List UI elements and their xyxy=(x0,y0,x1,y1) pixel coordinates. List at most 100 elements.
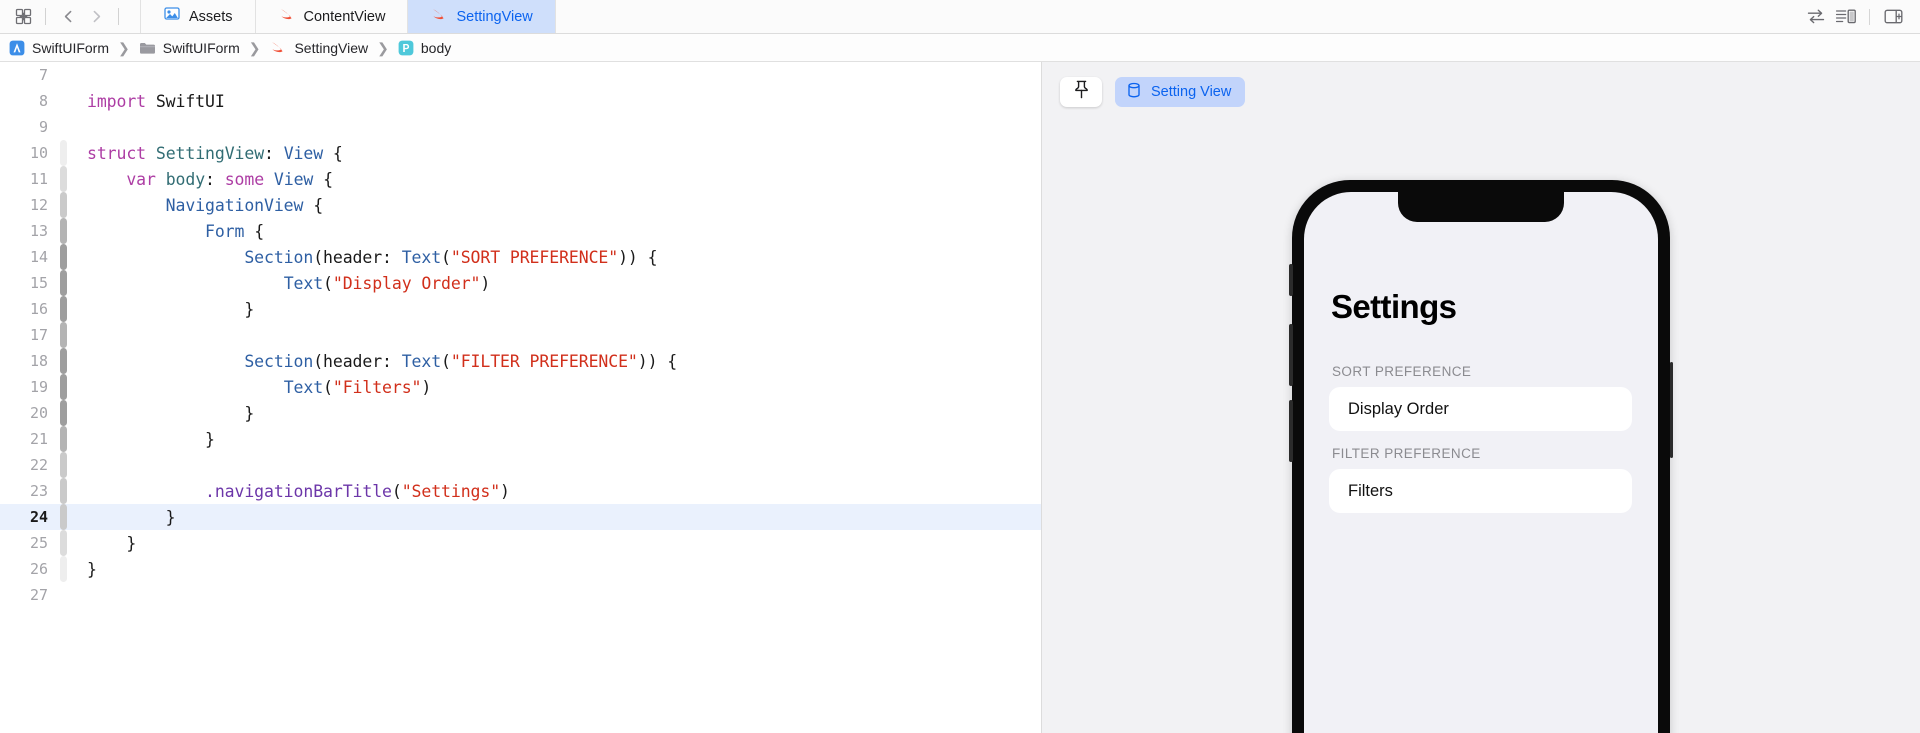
preview-device-pill[interactable]: Setting View xyxy=(1115,77,1246,107)
code-fold-indicator[interactable] xyxy=(57,400,70,426)
code-text: Form { xyxy=(205,221,265,241)
code-line[interactable]: 10 struct SettingView: View { xyxy=(0,140,1041,166)
code-fold-indicator[interactable] xyxy=(57,374,70,400)
source-editor[interactable]: 7 8 import SwiftUI 9 10 struct SettingView: V… xyxy=(0,62,1042,733)
toolbar-divider-3 xyxy=(1869,8,1870,25)
tab-settingview[interactable]: SettingView xyxy=(408,0,556,33)
line-number: 22 xyxy=(29,456,48,474)
code-text: .navigationBarTitle("Settings") xyxy=(205,481,510,501)
code-fold-indicator[interactable] xyxy=(57,348,70,374)
code-fold-indicator[interactable] xyxy=(57,244,70,270)
code-fold-indicator[interactable] xyxy=(57,62,70,88)
line-number: 14 xyxy=(29,248,48,266)
breadcrumb-label: SwiftUIForm xyxy=(32,39,109,56)
code-text: Section(header: Text("SORT PREFERENCE"))… xyxy=(244,247,658,267)
line-number: 26 xyxy=(29,560,48,578)
page-title: Settings xyxy=(1331,288,1457,325)
preview-device-label: Setting View xyxy=(1151,84,1232,100)
list-item[interactable]: Filters xyxy=(1329,469,1632,513)
code-line[interactable]: 16 } xyxy=(0,296,1041,322)
grid-plus-icon[interactable] xyxy=(10,4,36,30)
breadcrumb-item-folder[interactable]: SwiftUIForm xyxy=(139,40,240,56)
code-text: } xyxy=(87,429,215,449)
code-line[interactable]: 7 xyxy=(0,62,1041,88)
toolbar-divider-2 xyxy=(118,8,119,25)
code-line[interactable]: 19 Text("Filters") xyxy=(0,374,1041,400)
code-line[interactable]: 12 NavigationView { xyxy=(0,192,1041,218)
breadcrumb-item-project[interactable]: SwiftUIForm xyxy=(9,40,109,56)
code-fold-indicator[interactable] xyxy=(57,478,70,504)
code-fold-indicator[interactable] xyxy=(57,582,70,608)
code-text: import SwiftUI xyxy=(87,91,225,111)
inspector-toggle-icon[interactable] xyxy=(1878,4,1908,30)
editor-preview-split: 7 8 import SwiftUI 9 10 struct SettingView: V… xyxy=(0,62,1920,733)
code-fold-indicator[interactable] xyxy=(57,530,70,556)
code-line[interactable]: 20 } xyxy=(0,400,1041,426)
code-fold-indicator[interactable] xyxy=(57,426,70,452)
list-item-label: Display Order xyxy=(1348,399,1449,418)
iphone-preview-device[interactable]: Settings SORT PREFERENCE Display Order F… xyxy=(1289,180,1673,733)
code-line[interactable]: 9 xyxy=(0,114,1041,140)
code-line[interactable]: 11 var body: some View { xyxy=(0,166,1041,192)
pin-preview-button[interactable] xyxy=(1060,77,1102,107)
code-fold-indicator[interactable] xyxy=(57,114,70,140)
code-line[interactable]: 17 xyxy=(0,322,1041,348)
code-fold-indicator[interactable] xyxy=(57,140,70,166)
swift-file-icon xyxy=(278,7,296,27)
preview-cube-icon xyxy=(1126,82,1142,103)
code-lines: 7 8 import SwiftUI 9 10 struct SettingView: V… xyxy=(0,62,1041,608)
line-number: 23 xyxy=(29,482,48,500)
code-fold-indicator[interactable] xyxy=(57,556,70,582)
section-header-filter: FILTER PREFERENCE xyxy=(1332,446,1481,461)
preview-canvas: Setting View Settings SORT PREFERENCE Di… xyxy=(1042,62,1920,733)
breadcrumb-item-symbol[interactable]: body xyxy=(398,40,451,56)
code-fold-indicator[interactable] xyxy=(57,452,70,478)
tab-contentview[interactable]: ContentView xyxy=(256,0,409,33)
line-number: 25 xyxy=(29,534,48,552)
tab-assets[interactable]: Assets xyxy=(140,0,256,33)
breadcrumb-label: SettingView xyxy=(294,39,369,56)
code-fold-indicator[interactable] xyxy=(57,322,70,348)
notch xyxy=(1398,192,1564,222)
tab-bar-right-controls xyxy=(1801,0,1920,33)
list-item[interactable]: Display Order xyxy=(1329,387,1632,431)
code-fold-indicator[interactable] xyxy=(57,88,70,114)
chevron-left-icon[interactable] xyxy=(55,4,81,30)
line-number: 8 xyxy=(38,92,48,110)
code-review-icon[interactable] xyxy=(1831,4,1861,30)
code-line[interactable]: 23 .navigationBarTitle("Settings") xyxy=(0,478,1041,504)
section-header-sort: SORT PREFERENCE xyxy=(1332,364,1472,379)
line-number: 16 xyxy=(29,300,48,318)
code-line[interactable]: 18 Section(header: Text("FILTER PREFEREN… xyxy=(0,348,1041,374)
code-text: Section(header: Text("FILTER PREFERENCE"… xyxy=(244,351,678,371)
code-fold-indicator[interactable] xyxy=(57,270,70,296)
line-number: 10 xyxy=(29,144,48,162)
code-fold-indicator[interactable] xyxy=(57,192,70,218)
code-line[interactable]: 14 Section(header: Text("SORT PREFERENCE… xyxy=(0,244,1041,270)
chevron-right-icon[interactable] xyxy=(83,4,109,30)
pin-icon xyxy=(1073,80,1090,104)
code-line[interactable]: 24 } xyxy=(0,504,1041,530)
code-line[interactable]: 22 xyxy=(0,452,1041,478)
code-line[interactable]: 27 xyxy=(0,582,1041,608)
line-number: 27 xyxy=(29,586,48,604)
iphone-screen: Settings SORT PREFERENCE Display Order F… xyxy=(1304,192,1658,733)
code-fold-indicator[interactable] xyxy=(57,504,70,530)
toolbar-divider xyxy=(45,8,46,25)
code-line[interactable]: 13 Form { xyxy=(0,218,1041,244)
breadcrumb-item-file[interactable]: SettingView xyxy=(269,40,368,56)
code-line[interactable]: 25 } xyxy=(0,530,1041,556)
breadcrumb-separator: ❯ xyxy=(377,39,389,56)
code-line[interactable]: 8 import SwiftUI xyxy=(0,88,1041,114)
code-line[interactable]: 15 Text("Display Order") xyxy=(0,270,1041,296)
adjust-editor-icon[interactable] xyxy=(1801,4,1831,30)
code-line[interactable]: 26} xyxy=(0,556,1041,582)
code-fold-indicator[interactable] xyxy=(57,218,70,244)
code-line[interactable]: 21 } xyxy=(0,426,1041,452)
code-text: Text("Filters") xyxy=(283,377,432,397)
code-fold-indicator[interactable] xyxy=(57,166,70,192)
code-fold-indicator[interactable] xyxy=(57,296,70,322)
property-icon xyxy=(398,40,414,56)
line-number: 19 xyxy=(29,378,48,396)
breadcrumb-separator: ❯ xyxy=(118,39,130,56)
